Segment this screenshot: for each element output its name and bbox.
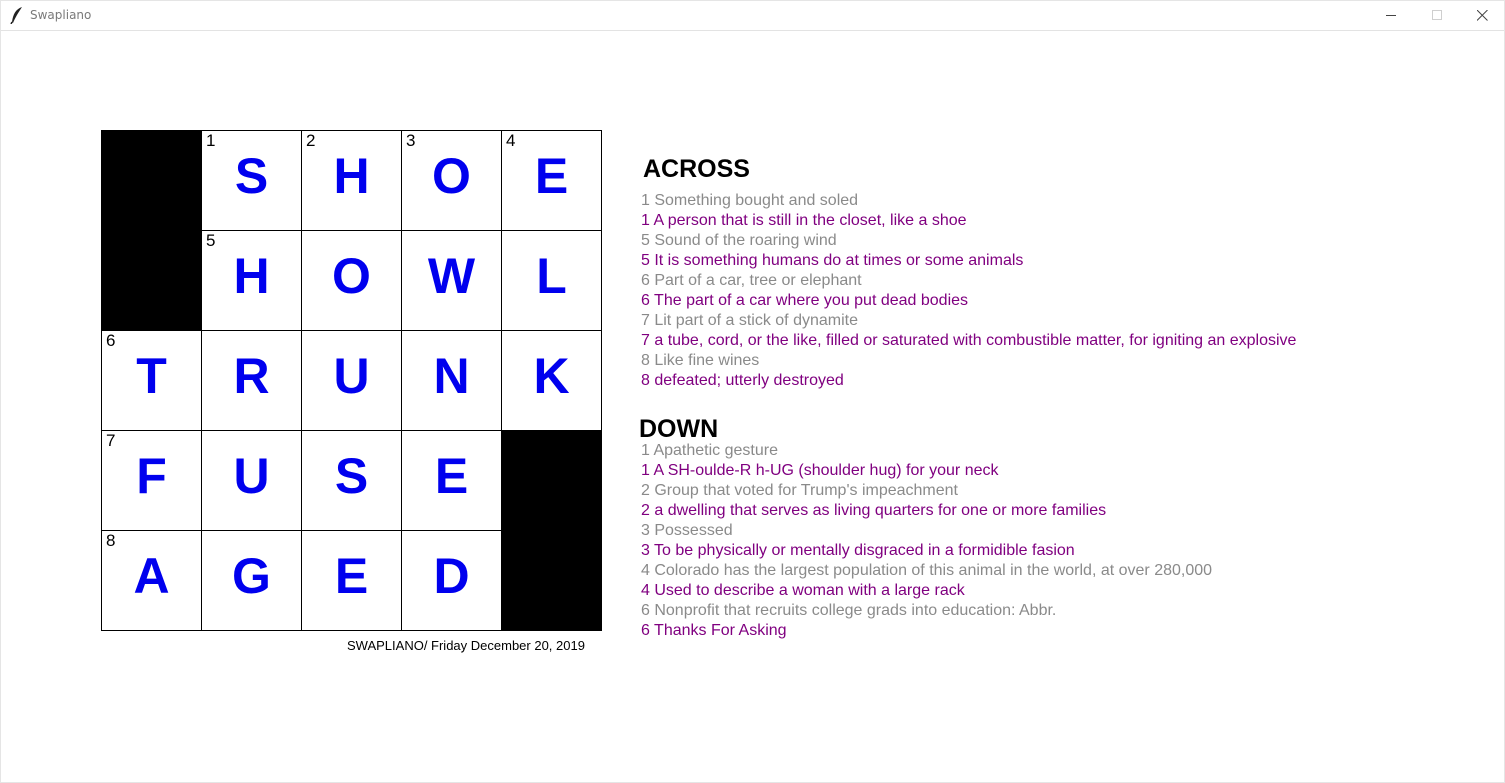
across-heading: ACROSS bbox=[643, 155, 750, 183]
grid-cell[interactable]: L bbox=[501, 230, 602, 331]
across-clue: 6 Part of a car, tree or elephant bbox=[641, 272, 862, 289]
grid-cell[interactable]: K bbox=[501, 330, 602, 431]
down-clue: 1 Apathetic gesture bbox=[641, 442, 778, 459]
across-clue: 1 Something bought and soled bbox=[641, 192, 859, 209]
cell-letter: E bbox=[534, 148, 569, 204]
minimize-button[interactable] bbox=[1368, 1, 1414, 30]
cell-number: 8 bbox=[106, 531, 116, 550]
across-clue: 5 It is something humans do at times or … bbox=[641, 252, 1024, 269]
cell-letter: R bbox=[233, 348, 270, 404]
cell-letter: U bbox=[233, 448, 270, 504]
cell-number: 4 bbox=[506, 131, 516, 150]
grid-cell[interactable]: 7F bbox=[101, 430, 202, 531]
cell-number: 1 bbox=[206, 131, 216, 150]
across-clue: 8 Like fine wines bbox=[641, 352, 760, 369]
grid-cell[interactable]: 8A bbox=[101, 530, 202, 631]
grid-cell[interactable]: 2H bbox=[301, 130, 402, 231]
down-clue: 3 To be physically or mentally disgraced… bbox=[641, 542, 1075, 559]
across-clue: 5 Sound of the roaring wind bbox=[641, 232, 837, 249]
grid-cell[interactable]: E bbox=[401, 430, 502, 531]
grid-cell[interactable]: D bbox=[401, 530, 502, 631]
cell-number: 2 bbox=[306, 131, 316, 150]
grid-cell[interactable]: 4E bbox=[501, 130, 602, 231]
black-cell bbox=[101, 130, 202, 231]
window-title: Swapliano bbox=[30, 8, 92, 22]
down-clue: 3 Possessed bbox=[641, 522, 733, 539]
cell-letter: H bbox=[233, 248, 270, 304]
grid-cell[interactable]: R bbox=[201, 330, 302, 431]
grid-cell[interactable]: E bbox=[301, 530, 402, 631]
puzzle-byline: SWAPLIANO/ Friday December 20, 2019 bbox=[347, 638, 585, 653]
down-clue-list: 1 Apathetic gesture 1 A SH-oulde-R h-UG (… bbox=[641, 441, 1212, 641]
grid-cell[interactable]: S bbox=[301, 430, 402, 531]
grid-cell[interactable]: W bbox=[401, 230, 502, 331]
down-clue: 1 A SH-oulde-R h-UG (shoulder hug) for y… bbox=[641, 462, 999, 479]
cell-letter: T bbox=[136, 348, 167, 404]
grid-cell[interactable]: O bbox=[301, 230, 402, 331]
across-clue: 7 a tube, cord, or the like, filled or s… bbox=[641, 332, 1297, 349]
grid-cell[interactable]: G bbox=[201, 530, 302, 631]
cell-letter: O bbox=[332, 248, 371, 304]
grid-cell[interactable]: 3O bbox=[401, 130, 502, 231]
grid-cell[interactable]: 5H bbox=[201, 230, 302, 331]
cell-number: 5 bbox=[206, 231, 216, 250]
cell-letter: N bbox=[433, 348, 470, 404]
crossword-grid: 1S2H3O4E5HOWL6TRUNK7FUSE8AGED bbox=[101, 130, 602, 631]
grid-cell[interactable]: U bbox=[301, 330, 402, 431]
close-icon bbox=[1477, 10, 1488, 21]
maximize-icon bbox=[1432, 10, 1442, 20]
black-cell bbox=[501, 530, 602, 631]
across-clue-list: 1 Something bought and soled 1 A person t… bbox=[641, 191, 1296, 391]
down-clue: 4 Used to describe a woman with a large … bbox=[641, 582, 965, 599]
grid-cell[interactable]: 1S bbox=[201, 130, 302, 231]
cell-number: 6 bbox=[106, 331, 116, 350]
cell-number: 7 bbox=[106, 431, 116, 450]
cell-letter: G bbox=[232, 548, 271, 604]
across-clue: 7 Lit part of a stick of dynamite bbox=[641, 312, 858, 329]
cell-letter: E bbox=[334, 548, 369, 604]
down-heading: DOWN bbox=[639, 415, 719, 443]
grid-cell[interactable]: U bbox=[201, 430, 302, 531]
down-clue: 6 Thanks For Asking bbox=[641, 622, 787, 639]
across-clue: 6 The part of a car where you put dead b… bbox=[641, 292, 969, 309]
cell-letter: O bbox=[432, 148, 471, 204]
down-clue: 2 a dwelling that serves as living quart… bbox=[641, 502, 1107, 519]
cell-number: 3 bbox=[406, 131, 416, 150]
down-clue: 4 Colorado has the largest population of… bbox=[641, 562, 1213, 579]
close-button[interactable] bbox=[1459, 1, 1505, 30]
black-cell bbox=[501, 430, 602, 531]
minimize-icon bbox=[1386, 15, 1396, 16]
cell-letter: W bbox=[427, 248, 476, 304]
black-cell bbox=[101, 230, 202, 331]
title-bar[interactable]: Swapliano bbox=[1, 1, 1504, 31]
cell-letter: U bbox=[333, 348, 370, 404]
grid-cell[interactable]: N bbox=[401, 330, 502, 431]
cell-letter: E bbox=[434, 448, 469, 504]
across-clue: 8 defeated; utterly destroyed bbox=[641, 372, 844, 389]
cell-letter: S bbox=[334, 448, 369, 504]
cell-letter: S bbox=[234, 148, 269, 204]
cell-letter: A bbox=[133, 548, 170, 604]
feather-icon bbox=[10, 6, 24, 25]
grid-cell[interactable]: 6T bbox=[101, 330, 202, 431]
cell-letter: D bbox=[433, 548, 470, 604]
cell-letter: L bbox=[536, 248, 567, 304]
down-clue: 2 Group that voted for Trump's impeachme… bbox=[641, 482, 958, 499]
down-clue: 6 Nonprofit that recruits college grads … bbox=[641, 602, 1057, 619]
across-clue: 1 A person that is still in the closet, … bbox=[641, 212, 967, 229]
cell-letter: K bbox=[533, 348, 570, 404]
maximize-button[interactable] bbox=[1414, 1, 1460, 30]
cell-letter: H bbox=[333, 148, 370, 204]
cell-letter: F bbox=[136, 448, 167, 504]
app-window: Swapliano 1S2H3O4E5HOWL6TRUNK7FUSE8AGED … bbox=[0, 0, 1505, 783]
